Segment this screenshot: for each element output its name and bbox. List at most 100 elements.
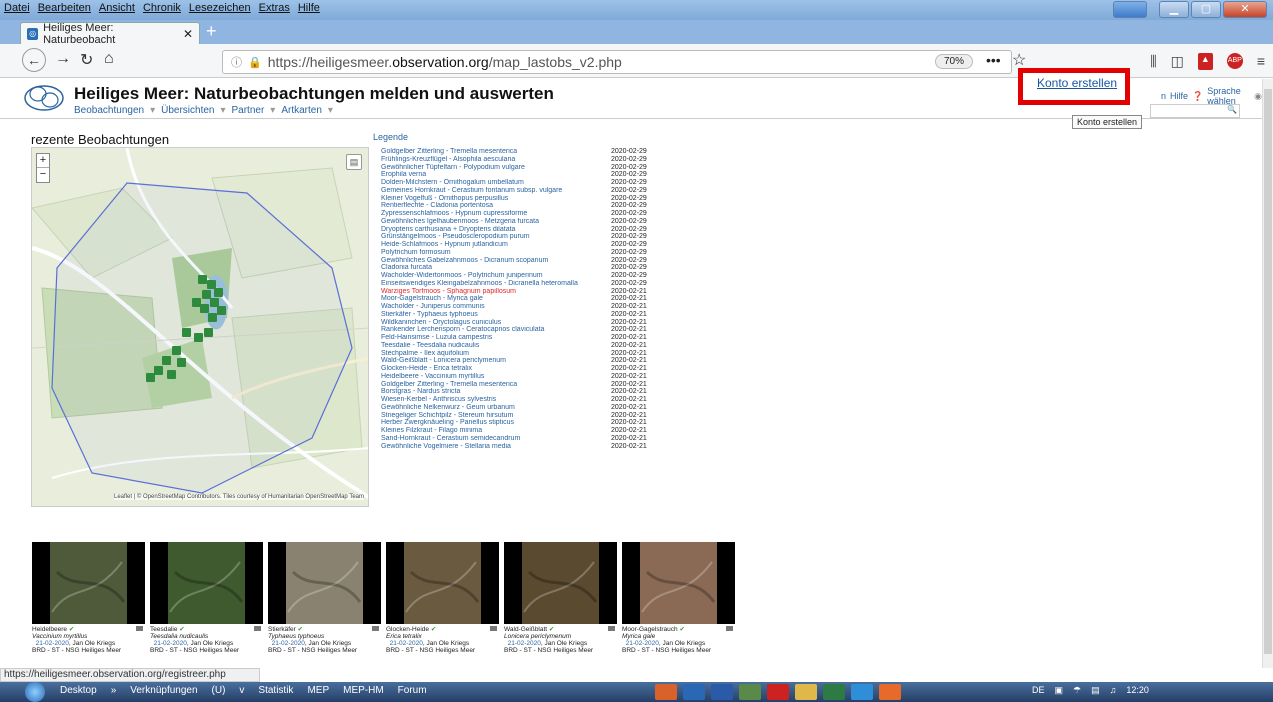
search-input[interactable]: 🔍	[1150, 104, 1240, 118]
photo-species-name[interactable]: Glocken-Heide	[386, 626, 429, 633]
menu-hilfe[interactable]: Hilfe	[298, 2, 320, 14]
pdf-extension-icon[interactable]: ▲	[1197, 53, 1213, 70]
taskbar-u-drive[interactable]: (U)	[212, 685, 226, 696]
layers-icon[interactable]: ▤	[346, 154, 362, 170]
observation-link[interactable]: Wiesen-Kerbel - Anthriscus sylvestris	[381, 396, 611, 404]
taskbar-v[interactable]: v	[239, 685, 244, 696]
bookmark-star-icon[interactable]: ☆	[1012, 50, 1026, 70]
observation-link[interactable]: Herber Zwergknäueling - Panellus stiptic…	[381, 419, 611, 427]
close-tab-icon[interactable]: ✕	[183, 27, 193, 41]
observation-link[interactable]: Gewöhnliches Igelhaubenmoos - Metzgeria …	[381, 218, 611, 226]
tab-heiliges-meer[interactable]: ◎ Heiliges Meer: Naturbeobacht ✕	[20, 22, 200, 46]
observation-link[interactable]: Stechpalme - Ilex aquifolium	[381, 350, 611, 358]
observation-link[interactable]: Wildkaninchen - Oryctolagus cuniculus	[381, 319, 611, 327]
observation-photo[interactable]	[268, 542, 381, 624]
nav-uebersichten[interactable]: Übersichten	[161, 105, 214, 116]
camera-icon[interactable]	[726, 626, 733, 631]
camera-icon[interactable]	[136, 626, 143, 631]
observation-link[interactable]: Gewöhnliche Nelkenwurz - Geum urbanum	[381, 404, 611, 412]
observation-link[interactable]: Rankender Lerchensporn - Ceratocapnos cl…	[381, 326, 611, 334]
observation-link[interactable]: Grünstängelmoos - Pseudoscleropodium pur…	[381, 233, 611, 241]
excel-icon[interactable]	[823, 684, 845, 700]
taskbar-mep-hm[interactable]: MEP-HM	[343, 685, 384, 696]
observation-link[interactable]: Frühlings-Kreuzflügel - Alsophila aescul…	[381, 156, 611, 164]
sprache-link[interactable]: Sprache wählen	[1207, 86, 1250, 106]
back-button[interactable]: ←	[22, 48, 46, 72]
observation-link[interactable]: Rentierflechte - Cladonia portentosa	[381, 202, 611, 210]
observation-link[interactable]: Einseitswendiges Kleingabelzahnmoos - Di…	[381, 280, 611, 288]
legend-link[interactable]: Legende	[373, 132, 408, 142]
minimize-button[interactable]: ▁	[1159, 1, 1189, 18]
photo-location[interactable]: BRD - ST - NSG Heiliges Meer	[504, 647, 593, 654]
zoom-indicator[interactable]: 70%	[935, 54, 974, 69]
zoom-in-button[interactable]: +	[37, 154, 49, 168]
language-indicator[interactable]: DE	[1032, 685, 1045, 696]
photo-species-name[interactable]: Heidelbeere	[32, 626, 67, 633]
observation-link[interactable]: Dolden-Milchstern - Ornithogalum umbella…	[381, 179, 611, 187]
observation-link[interactable]: Borstgras - Nardus stricta	[381, 388, 611, 396]
photo-species-name[interactable]: Wald-Geißblatt	[504, 626, 547, 633]
menu-ansicht[interactable]: Ansicht	[99, 2, 135, 14]
observation-photo[interactable]	[386, 542, 499, 624]
page-actions-menu-icon[interactable]: •••	[986, 52, 1001, 68]
observation-link[interactable]: Heidelbeere - Vaccinium myrtillus	[381, 373, 611, 381]
folder-icon[interactable]	[795, 684, 817, 700]
app-icon[interactable]	[739, 684, 761, 700]
observation-link[interactable]: Goldgelber Zitterling - Tremella mesente…	[381, 381, 611, 389]
observation-link[interactable]: Wacholder - Juniperus communis	[381, 303, 611, 311]
observation-photo[interactable]	[622, 542, 735, 624]
menu-extras[interactable]: Extras	[259, 2, 290, 14]
camera-icon[interactable]	[372, 626, 379, 631]
pdf-icon[interactable]	[767, 684, 789, 700]
photo-observer[interactable]: Jan Ole Kriegs	[73, 640, 116, 647]
word-icon[interactable]	[711, 684, 733, 700]
hilfe-link[interactable]: Hilfe	[1170, 91, 1188, 101]
photo-observer[interactable]: Jan Ole Kriegs	[309, 640, 352, 647]
window-extra-button[interactable]	[1113, 1, 1147, 18]
taskbar-more[interactable]: »	[111, 685, 117, 696]
help-icon[interactable]: ❓	[1192, 91, 1203, 102]
zoom-out-button[interactable]: −	[37, 168, 49, 182]
search-icon[interactable]: 🔍	[1227, 105, 1237, 114]
observation-link[interactable]: Sand-Hornkraut - Cerastium semidecandrum	[381, 435, 611, 443]
observation-photo[interactable]	[504, 542, 617, 624]
menu-lesezeichen[interactable]: Lesezeichen	[189, 2, 251, 14]
reload-button[interactable]: ↻	[80, 50, 93, 70]
tray-icon[interactable]: ▣	[1055, 685, 1064, 696]
observation-link[interactable]: Dryopteris carthusiana + Dryopteris dila…	[381, 226, 611, 234]
photo-location[interactable]: BRD - ST - NSG Heiliges Meer	[268, 647, 357, 654]
adblock-icon[interactable]: ABP	[1226, 53, 1243, 69]
observation-link[interactable]: Kleiner Vogelfuß - Ornithopus perpusillu…	[381, 195, 611, 203]
observation-link[interactable]: Gewöhnliche Vogelmiere - Stellaria media	[381, 443, 611, 451]
observation-photo[interactable]	[150, 542, 263, 624]
app-icon[interactable]	[655, 684, 677, 700]
photo-location[interactable]: BRD - ST - NSG Heiliges Meer	[150, 647, 239, 654]
info-icon[interactable]: ⓘ	[231, 54, 242, 70]
photo-date[interactable]: 21-02-2020	[36, 640, 69, 647]
konto-erstellen-link[interactable]: Konto erstellen	[1037, 76, 1117, 90]
clock[interactable]: 12:20	[1126, 685, 1149, 696]
photo-observer[interactable]: Jan Ole Kriegs	[191, 640, 234, 647]
observation-link[interactable]: Heide-Schlafmoos - Hypnum jutlandicum	[381, 241, 611, 249]
ie-icon[interactable]	[851, 684, 873, 700]
library-icon[interactable]: ⫼	[1150, 53, 1156, 70]
observation-link[interactable]: Gewöhnlicher Tüpfelfarn - Polypodium vul…	[381, 164, 611, 172]
nav-beobachtungen[interactable]: Beobachtungen	[74, 105, 144, 116]
globe-icon[interactable]: ◉	[1254, 91, 1262, 102]
photo-location[interactable]: BRD - ST - NSG Heiliges Meer	[622, 647, 711, 654]
observation-link[interactable]: Gemeines Hornkraut - Cerastium fontanum …	[381, 187, 611, 195]
observation-link[interactable]: Feld-Hainsimse - Luzula campestris	[381, 334, 611, 342]
network-icon[interactable]: ▤	[1091, 685, 1100, 696]
observation-photo[interactable]	[32, 542, 145, 624]
taskbar-desktop[interactable]: Desktop	[60, 685, 97, 696]
photo-date[interactable]: 21-02-2020	[272, 640, 305, 647]
maximize-button[interactable]: ▢	[1191, 1, 1221, 18]
firefox-icon[interactable]	[879, 684, 901, 700]
observation-link[interactable]: Polytrichum formosum	[381, 249, 611, 257]
menu-chronik[interactable]: Chronik	[143, 2, 181, 14]
camera-icon[interactable]	[490, 626, 497, 631]
observation-link[interactable]: Warziges Torfmoos - Sphagnum papillosum	[381, 288, 611, 296]
photo-date[interactable]: 21-02-2020	[626, 640, 659, 647]
start-button[interactable]	[25, 682, 45, 702]
camera-icon[interactable]	[254, 626, 261, 631]
